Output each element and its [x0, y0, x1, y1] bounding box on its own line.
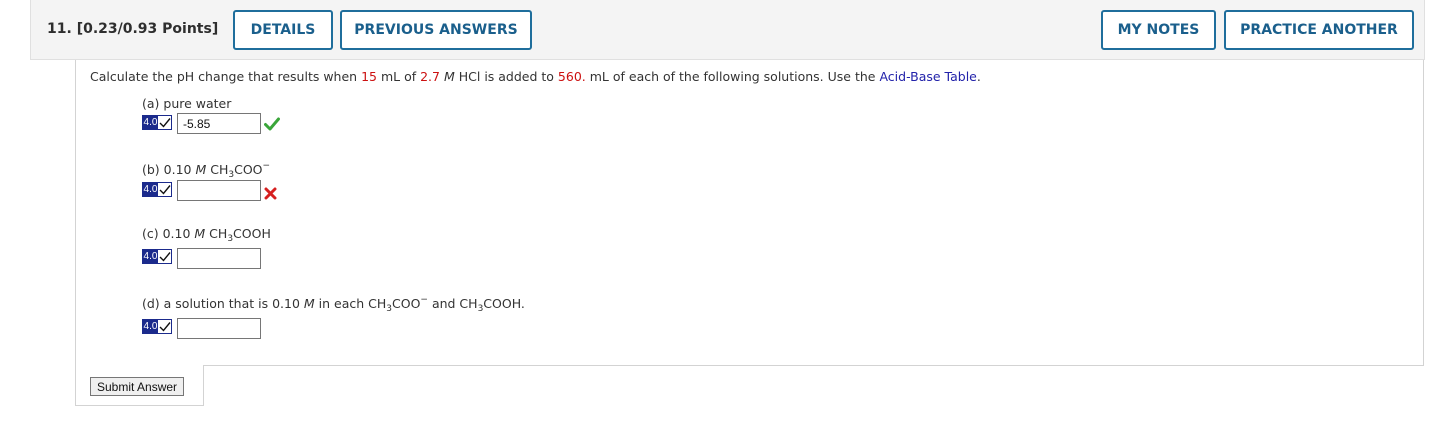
submit-area: Submit Answer	[75, 365, 204, 406]
details-button[interactable]: DETAILS	[233, 10, 333, 50]
check-icon	[158, 183, 171, 196]
part-d-label: (d) a solution that is 0.10 M in each CH…	[142, 295, 525, 314]
part-a-label: (a) pure water	[142, 96, 232, 111]
part-a-points-badge: 4.0	[142, 115, 172, 130]
concentration: 2.7	[420, 69, 440, 84]
question-title: 11. [0.23/0.93 Points]	[47, 21, 218, 37]
question-panel	[75, 60, 1424, 366]
check-icon	[158, 116, 171, 129]
check-icon	[158, 250, 171, 263]
part-c-label: (c) 0.10 M CH3COOH	[142, 226, 271, 244]
practice-another-button[interactable]: PRACTICE ANOTHER	[1224, 10, 1414, 50]
part-d-answer-input[interactable]	[177, 318, 261, 339]
question-number: 11.	[47, 21, 72, 37]
part-c-points-badge: 4.0	[142, 249, 172, 264]
correct-checkmark-icon	[264, 117, 280, 136]
part-b-answer-input[interactable]	[177, 180, 261, 201]
volume-added: 15	[361, 69, 377, 84]
previous-answers-button[interactable]: PREVIOUS ANSWERS	[340, 10, 532, 50]
incorrect-x-mark-icon	[264, 187, 277, 205]
question-points: [0.23/0.93 Points]	[76, 21, 219, 37]
check-icon	[158, 320, 171, 333]
part-d-points-badge: 4.0	[142, 319, 172, 334]
submit-answer-button[interactable]: Submit Answer	[90, 377, 185, 396]
part-b-points-badge: 4.0	[142, 182, 172, 197]
part-b-label: (b) 0.10 M CH3COO−	[142, 161, 271, 180]
my-notes-button[interactable]: MY NOTES	[1101, 10, 1216, 50]
part-c-answer-input[interactable]	[177, 248, 261, 269]
acid-base-table-link[interactable]: Acid-Base Table	[879, 69, 976, 84]
part-a-answer-input[interactable]	[177, 113, 261, 134]
solution-volume: 560.	[557, 69, 586, 84]
question-text: Calculate the pH change that results whe…	[90, 69, 981, 84]
